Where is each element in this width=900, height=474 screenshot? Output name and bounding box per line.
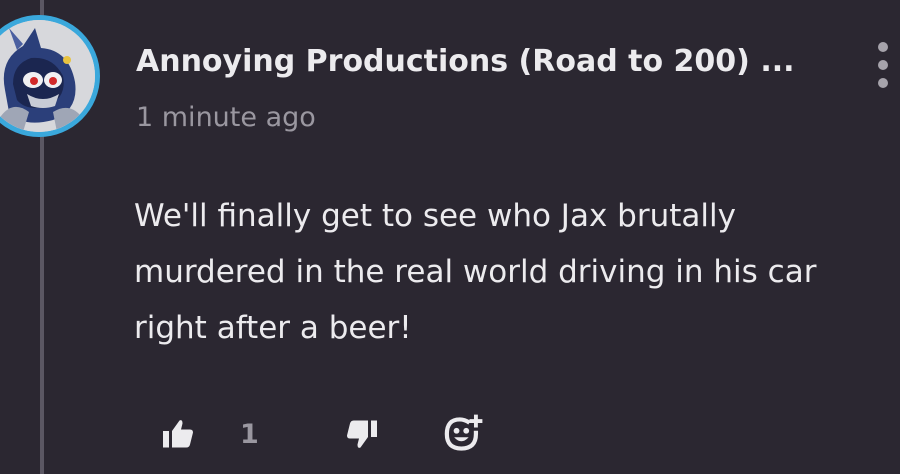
more-options-icon[interactable] — [870, 42, 896, 88]
comment-card: Annoying Productions (Road to 200) ... 1… — [0, 0, 900, 474]
dot — [878, 42, 888, 52]
like-count: 1 — [240, 418, 259, 450]
comment-body-line: right after a beer! — [134, 310, 412, 346]
avatar-image — [0, 20, 95, 132]
comment-actions: 1 — [156, 408, 486, 460]
thumbs-up-icon — [163, 420, 193, 448]
add-reaction-icon — [444, 414, 483, 451]
add-reaction-button[interactable] — [440, 411, 486, 457]
comment-body: We'll finally get to see who Jax brutall… — [134, 188, 894, 356]
comment-timestamp: 1 minute ago — [136, 102, 316, 133]
dislike-button[interactable] — [340, 412, 384, 456]
thumbs-down-icon — [347, 420, 377, 448]
like-button[interactable] — [156, 412, 200, 456]
comment-body-line: murdered in the real world driving in hi… — [134, 254, 817, 290]
dot — [878, 78, 888, 88]
author-name[interactable]: Annoying Productions (Road to 200) ... — [136, 40, 858, 84]
avatar[interactable] — [0, 15, 100, 137]
comment-body-line: We'll finally get to see who Jax brutall… — [134, 198, 736, 234]
dot — [878, 60, 888, 70]
